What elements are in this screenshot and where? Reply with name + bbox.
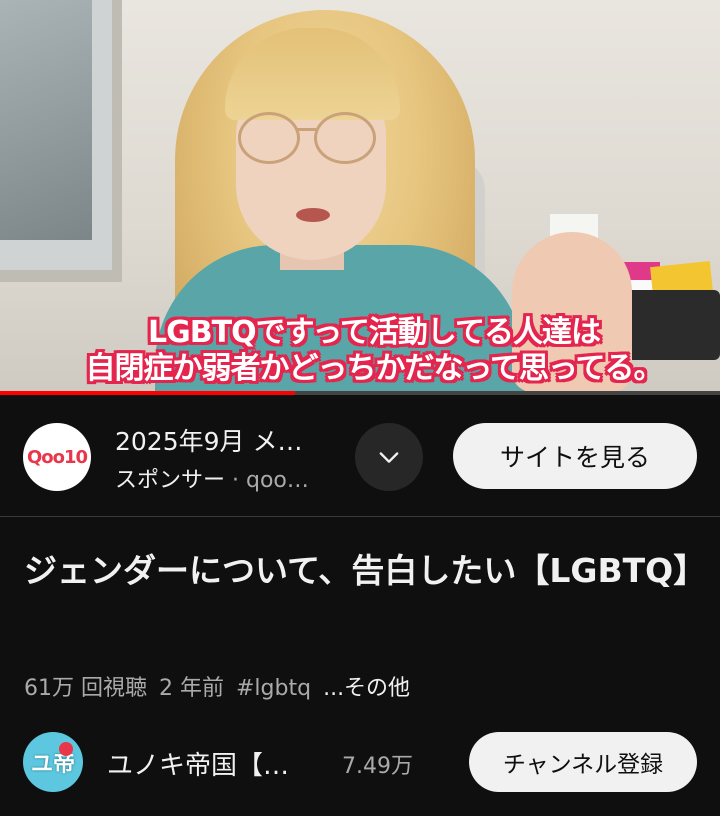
sponsor-label: スポンサー <box>115 468 226 493</box>
caption-line-2: 自閉症か弱者かどっちかだなって思ってる。 <box>85 351 664 386</box>
hashtag-link[interactable]: #lgbtq <box>236 676 311 701</box>
person-mouth <box>296 208 330 222</box>
caption-line-1: LGBTQですって活動してる人達は <box>148 315 601 350</box>
video-caption: LGBTQですって活動してる人達は 自閉症か弱者かどっちかだなって思ってる。 <box>44 315 704 387</box>
advertiser-name: qoo… <box>246 468 309 493</box>
subscriber-count: 7.49万 <box>342 754 413 779</box>
video-player[interactable]: LGBTQですって活動してる人達は 自閉症か弱者かどっちかだなって思ってる。 <box>0 0 720 395</box>
background-window <box>0 0 122 282</box>
divider <box>0 516 720 517</box>
person-glasses <box>238 112 378 164</box>
video-title[interactable]: ジェンダーについて、告白したい【LGBTQ】 <box>24 546 706 596</box>
upload-age: 2 年前 <box>159 676 224 701</box>
ad-title[interactable]: 2025年9月 メ… <box>115 422 302 458</box>
ad-separator: · <box>225 468 246 493</box>
subscribe-button[interactable]: チャンネル登録 <box>469 732 697 792</box>
video-meta[interactable]: 61万 回視聴 2 年前 #lgbtq ...その他 <box>24 670 422 702</box>
chevron-down-icon <box>379 452 399 463</box>
ad-expand-button[interactable] <box>355 423 423 491</box>
channel-avatar[interactable]: ユ帝 <box>23 732 83 792</box>
ad-subline: スポンサー · qoo… <box>115 462 309 494</box>
channel-name[interactable]: ユノキ帝国【… <box>107 745 289 782</box>
advertiser-logo[interactable]: Qoo10 <box>23 423 91 491</box>
more-link[interactable]: ...その他 <box>323 676 410 701</box>
advertiser-logo-text: Qoo10 <box>26 446 88 468</box>
visit-site-button[interactable]: サイトを見る <box>453 423 697 489</box>
view-count: 61万 回視聴 <box>24 676 147 701</box>
